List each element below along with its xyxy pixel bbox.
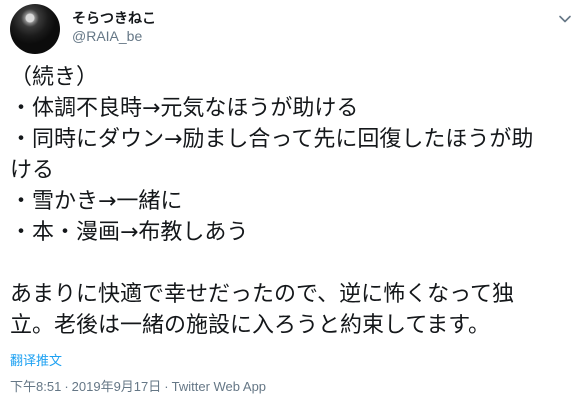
avatar[interactable]: [10, 4, 60, 54]
translate-tweet-link[interactable]: 翻译推文: [10, 350, 62, 369]
tweet-meta: 下午8:51 · 2019年9月17日 · Twitter Web App: [10, 376, 266, 395]
user-handle[interactable]: @RAIA_be: [72, 28, 142, 44]
meta-separator: ·: [64, 379, 69, 394]
tweet-text: （続き） ・体調不良時→元気なほうが助ける ・同時にダウン→励まし合って先に回復…: [10, 65, 534, 338]
tweet-time[interactable]: 下午8:51: [10, 379, 61, 394]
tweet-date[interactable]: 2019年9月17日: [72, 379, 162, 394]
tweet-source[interactable]: Twitter Web App: [172, 379, 266, 394]
display-name[interactable]: そらつきねこ: [72, 8, 156, 28]
meta-separator: ·: [164, 379, 169, 394]
chevron-down-icon[interactable]: [558, 12, 572, 26]
